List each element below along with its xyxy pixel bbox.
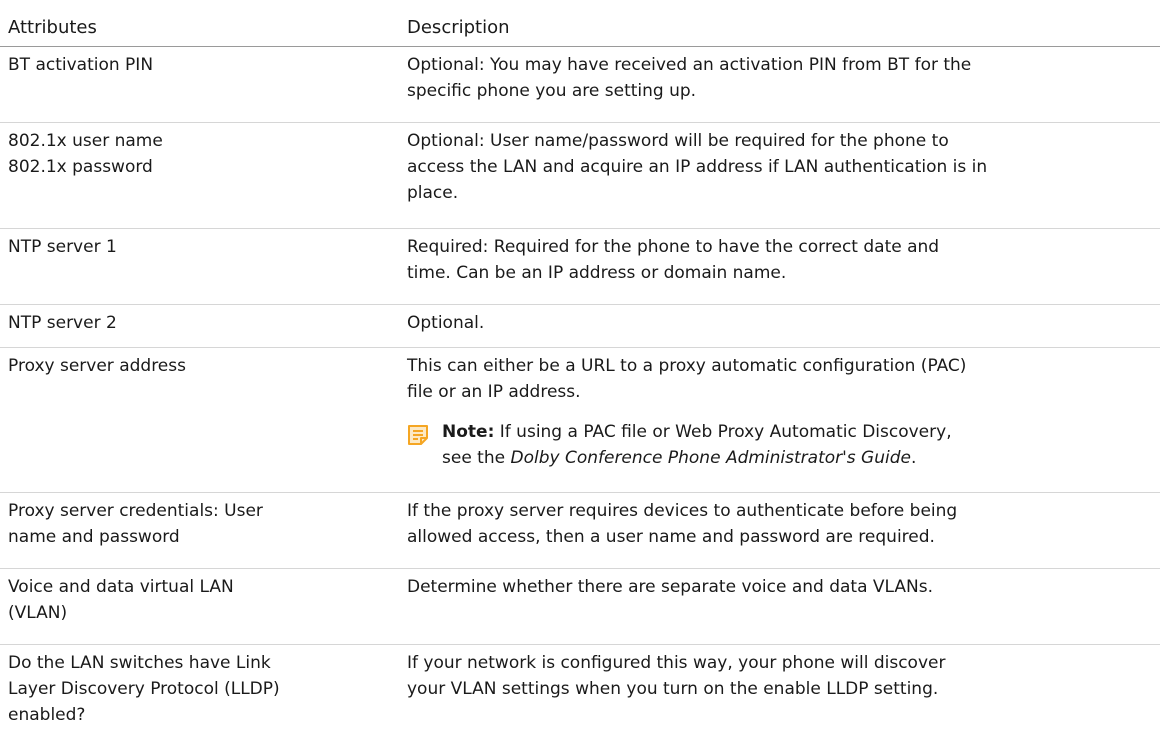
- table-header: Attributes Description: [0, 0, 1160, 47]
- attribute-cell: NTP server 1: [0, 234, 385, 304]
- attribute-cell: Voice and data virtual LAN (VLAN): [0, 574, 385, 644]
- description-cell: Optional: You may have received an activ…: [385, 52, 1160, 122]
- attribute-text: Voice and data virtual LAN: [8, 577, 234, 597]
- note-text: Note: If using a PAC file or Web Proxy A…: [442, 419, 952, 471]
- description-text: Optional: You may have received an activ…: [407, 55, 972, 75]
- attribute-cell: Proxy server address: [0, 353, 385, 492]
- description-text: Optional: User name/password will be req…: [407, 131, 949, 151]
- note-text-prefix: see the: [442, 448, 511, 468]
- description-cell: Determine whether there are separate voi…: [385, 574, 1160, 644]
- attribute-cell: 802.1x user name 802.1x password: [0, 128, 385, 228]
- description-text: If your network is configured this way, …: [407, 653, 946, 673]
- header-attributes: Attributes: [8, 17, 97, 38]
- description-cell: If the proxy server requires devices to …: [385, 498, 1160, 568]
- attribute-cell: Do the LAN switches have Link Layer Disc…: [0, 650, 385, 745]
- attribute-cell: Proxy server credentials: User name and …: [0, 498, 385, 568]
- attribute-text: NTP server 1: [8, 237, 117, 257]
- description-cell: This can either be a URL to a proxy auto…: [385, 353, 1160, 492]
- attributes-table: Attributes Description BT activation PIN…: [0, 0, 1160, 745]
- description-text: specific phone you are setting up.: [407, 81, 697, 101]
- attribute-text: 802.1x password: [8, 157, 153, 177]
- description-text: file or an IP address.: [407, 382, 581, 402]
- description-cell: If your network is configured this way, …: [385, 650, 1160, 745]
- note-text-suffix: .: [910, 448, 917, 468]
- attribute-text: Proxy server credentials: User: [8, 501, 263, 521]
- attribute-cell: BT activation PIN: [0, 52, 385, 122]
- description-cell: Optional.: [385, 310, 1160, 347]
- description-cell: Required: Required for the phone to have…: [385, 234, 1160, 304]
- attribute-cell: NTP server 2: [0, 310, 385, 347]
- description-text: Optional.: [407, 313, 485, 333]
- attribute-text: Do the LAN switches have Link: [8, 653, 271, 673]
- description-text: If the proxy server requires devices to …: [407, 501, 958, 521]
- attribute-text: Proxy server address: [8, 356, 186, 376]
- description-cell: Optional: User name/password will be req…: [385, 128, 1160, 228]
- attribute-text: name and password: [8, 527, 180, 547]
- description-text: access the LAN and acquire an IP address…: [407, 157, 988, 177]
- attribute-text: (VLAN): [8, 603, 68, 623]
- description-text: place.: [407, 183, 459, 203]
- table-row: 802.1x user name 802.1x password Optiona…: [0, 123, 1160, 229]
- guide-title: Dolby Conference Phone Administrator's G…: [510, 448, 911, 468]
- table-row: Proxy server address This can either be …: [0, 348, 1160, 493]
- attribute-text: NTP server 2: [8, 313, 117, 333]
- attribute-text: BT activation PIN: [8, 55, 154, 75]
- description-text: Required: Required for the phone to have…: [407, 237, 940, 257]
- table-row: Voice and data virtual LAN (VLAN) Determ…: [0, 569, 1160, 645]
- note-label: Note:: [442, 422, 495, 442]
- table-row: Do the LAN switches have Link Layer Disc…: [0, 645, 1160, 745]
- note-callout: Note: If using a PAC file or Web Proxy A…: [407, 419, 1140, 471]
- attribute-text: 802.1x user name: [8, 131, 163, 151]
- description-text: This can either be a URL to a proxy auto…: [407, 356, 967, 376]
- table-row: Proxy server credentials: User name and …: [0, 493, 1160, 569]
- table-row: NTP server 1 Required: Required for the …: [0, 229, 1160, 305]
- table-row: BT activation PIN Optional: You may have…: [0, 47, 1160, 123]
- description-text: allowed access, then a user name and pas…: [407, 527, 935, 547]
- note-text-line1: If using a PAC file or Web Proxy Automat…: [494, 422, 952, 442]
- description-text: your VLAN settings when you turn on the …: [407, 679, 939, 699]
- description-text: time. Can be an IP address or domain nam…: [407, 263, 787, 283]
- description-text: Determine whether there are separate voi…: [407, 577, 934, 597]
- table-row: NTP server 2 Optional.: [0, 305, 1160, 348]
- header-description: Description: [407, 17, 510, 38]
- attribute-text: Layer Discovery Protocol (LLDP): [8, 679, 280, 699]
- note-icon: [407, 424, 429, 446]
- attribute-text: enabled?: [8, 705, 86, 725]
